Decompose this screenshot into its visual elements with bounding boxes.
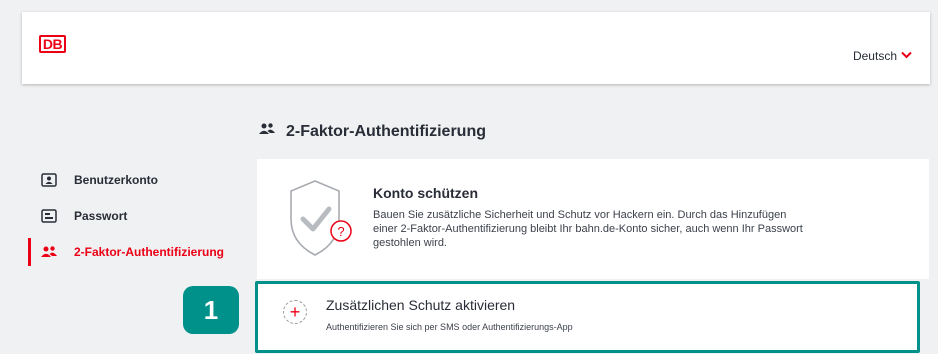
users-icon	[40, 243, 58, 261]
page-title-text: 2-Faktor-Authentifizierung	[286, 122, 486, 140]
sidebar-item-benutzerkonto[interactable]: Benutzerkonto	[28, 162, 248, 198]
users-icon	[258, 122, 276, 141]
language-selector[interactable]: Deutsch	[853, 49, 912, 63]
sidebar-item-label: Benutzerkonto	[74, 173, 158, 187]
sidebar-item-label: Passwort	[74, 209, 128, 223]
language-label: Deutsch	[852, 49, 897, 63]
sidebar-item-2fa[interactable]: 2-Faktor-Authentifizierung	[28, 234, 248, 270]
shield-check-icon: ?	[283, 177, 363, 268]
protect-account-card: ? Konto schützen Bauen Sie zusätzliche S…	[257, 159, 929, 279]
action-subtitle: Authentifizieren Sie sich per SMS oder A…	[326, 322, 573, 332]
plus-icon: +	[283, 300, 307, 324]
chevron-down-icon	[901, 51, 912, 62]
sidebar-item-passwort[interactable]: Passwort	[28, 198, 248, 234]
action-title: Zusätzlichen Schutz aktivieren	[326, 297, 516, 313]
top-header: DB Deutsch	[22, 12, 930, 84]
user-card-icon	[40, 171, 58, 189]
sidebar-item-label: 2-Faktor-Authentifizierung	[74, 245, 224, 259]
question-icon: ?	[337, 224, 344, 239]
sidebar-nav: Benutzerkonto Passwort 2-Faktor-Authenti…	[28, 162, 248, 270]
db-logo[interactable]: DB	[39, 35, 66, 53]
page-title: 2-Faktor-Authentifizierung	[258, 122, 486, 141]
step-number-badge: 1	[183, 286, 239, 334]
card-title: Konto schützen	[373, 185, 478, 201]
password-icon	[40, 207, 58, 225]
activate-protection-button[interactable]: + Zusätzlichen Schutz aktivieren Authent…	[255, 281, 920, 353]
card-description: Bauen Sie zusätzliche Sicherheit und Sch…	[373, 209, 803, 249]
